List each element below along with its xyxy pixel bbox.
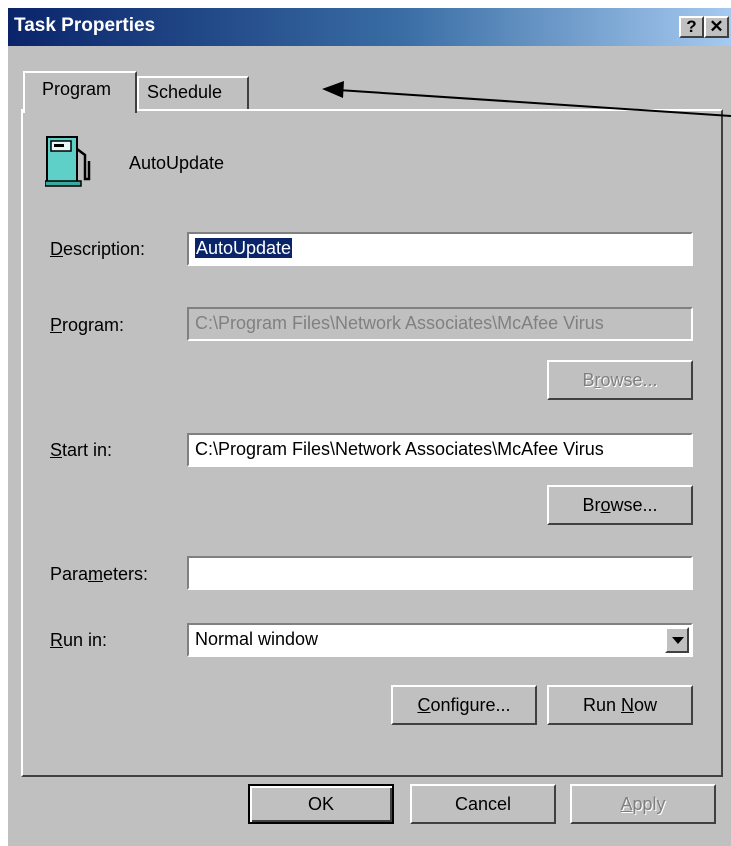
annotation-arrow [322, 81, 731, 117]
